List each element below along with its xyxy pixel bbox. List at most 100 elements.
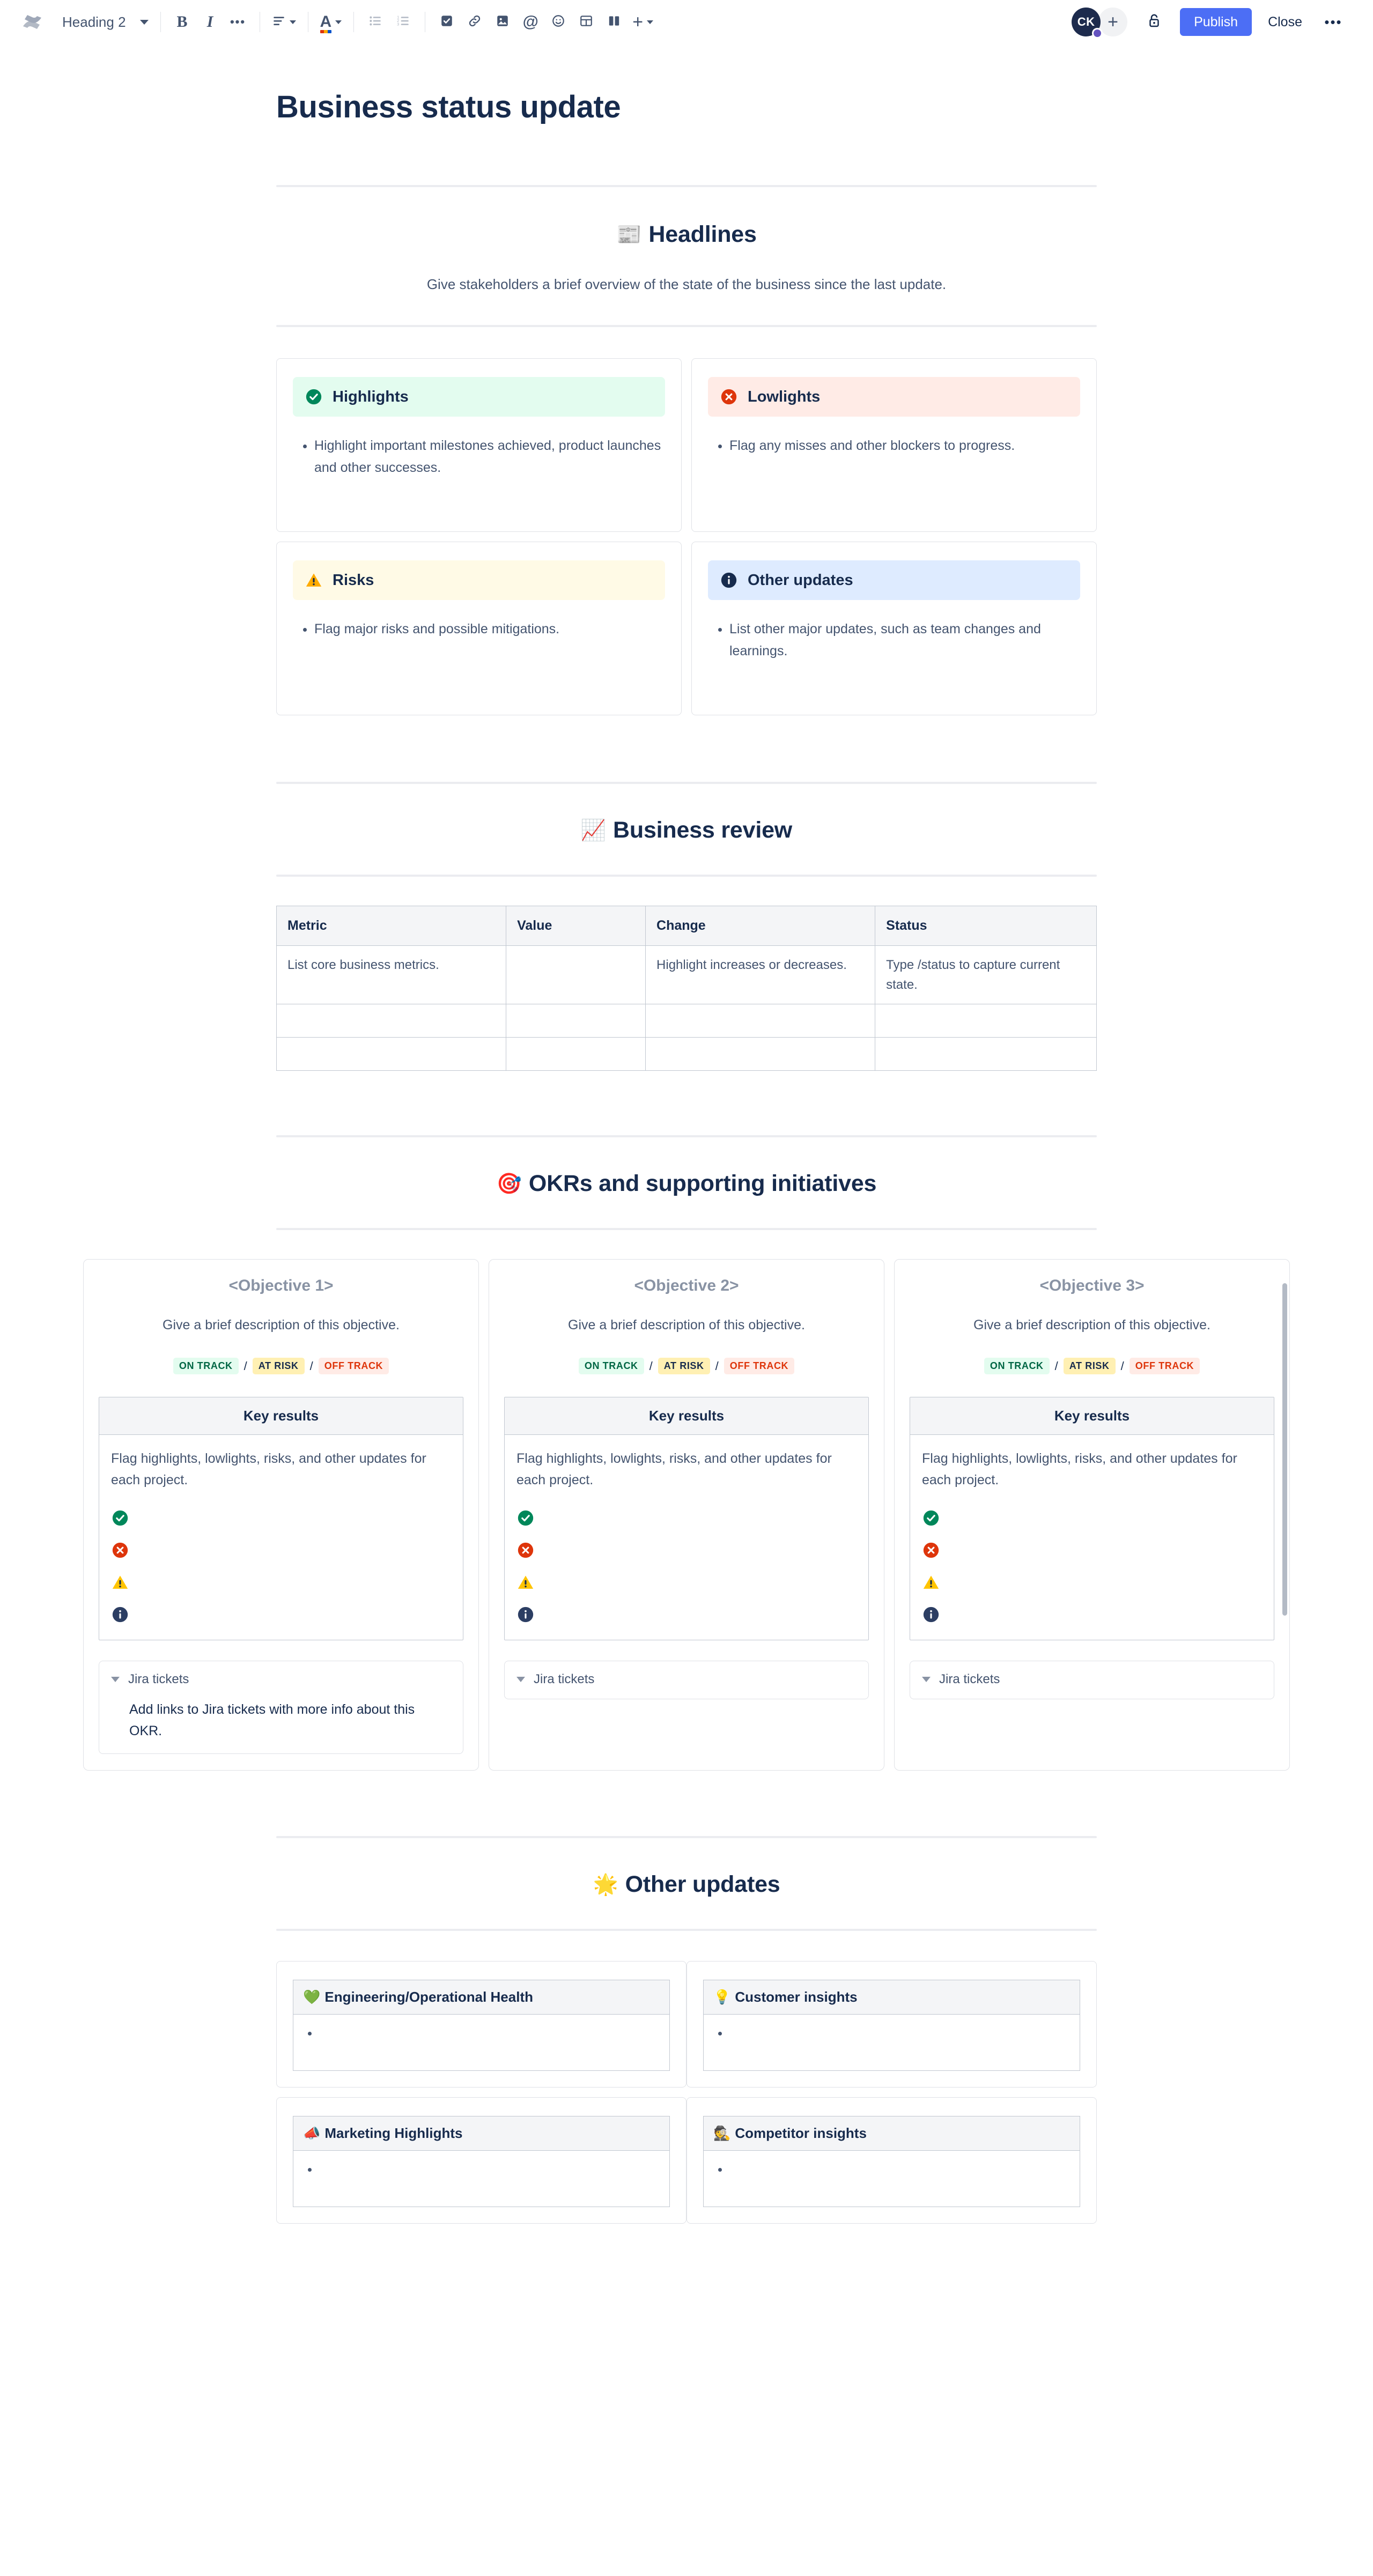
- table-cell[interactable]: [703, 2150, 1080, 2208]
- okr-description[interactable]: Give a brief description of this objecti…: [910, 1317, 1274, 1333]
- okr-title[interactable]: <Objective 1>: [99, 1277, 463, 1295]
- key-results-status-icons: [922, 1509, 1262, 1624]
- okr-cards-row: <Objective 1> Give a brief description o…: [83, 1259, 1290, 1771]
- bullet-list: [713, 2162, 1070, 2178]
- confluence-logo[interactable]: [18, 8, 46, 36]
- status-badge-on-track[interactable]: ON TRACK: [984, 1358, 1050, 1375]
- expand-header[interactable]: Jira tickets: [516, 1672, 857, 1687]
- list-item[interactable]: [319, 2162, 660, 2178]
- table-cell[interactable]: [875, 1037, 1097, 1071]
- table-cell[interactable]: [506, 1037, 646, 1071]
- link-button[interactable]: [461, 8, 489, 36]
- table-row[interactable]: [276, 1004, 1097, 1038]
- add-collaborator-button[interactable]: +: [1098, 8, 1128, 36]
- table-cell[interactable]: [293, 2150, 670, 2208]
- table-cell[interactable]: [645, 1004, 876, 1038]
- layout-button[interactable]: [600, 8, 628, 36]
- table-cell[interactable]: [875, 1004, 1097, 1038]
- layout-column: Highlights Highlight important milestone…: [276, 358, 682, 532]
- other-update-table-competitor[interactable]: 🕵️ Competitor insights: [703, 2116, 1080, 2208]
- panel-content[interactable]: List other major updates, such as team c…: [708, 618, 1080, 699]
- okr-title[interactable]: <Objective 3>: [910, 1277, 1274, 1295]
- italic-button[interactable]: I: [196, 8, 224, 36]
- status-badge-off-track[interactable]: OFF TRACK: [318, 1358, 389, 1375]
- table-cell[interactable]: Highlight increases or decreases.: [645, 945, 876, 1005]
- table-cell[interactable]: [293, 2014, 670, 2071]
- table-cell[interactable]: [506, 945, 646, 1005]
- block-type-selector[interactable]: Heading 2: [46, 8, 153, 36]
- other-update-table-engineering[interactable]: 💚 Engineering/Operational Health: [293, 1980, 670, 2071]
- table-row[interactable]: List core business metrics. Highlight in…: [276, 945, 1097, 1005]
- status-badge-at-risk[interactable]: AT RISK: [252, 1358, 305, 1375]
- table-button[interactable]: [572, 8, 600, 36]
- list-item[interactable]: [729, 2162, 1070, 2178]
- key-results-body[interactable]: Flag highlights, lowlights, risks, and o…: [505, 1435, 868, 1640]
- status-badge-off-track[interactable]: OFF TRACK: [724, 1358, 795, 1375]
- image-button[interactable]: [489, 8, 516, 36]
- status-badge-at-risk[interactable]: AT RISK: [658, 1358, 710, 1375]
- mention-button[interactable]: @: [516, 8, 544, 36]
- okr-title[interactable]: <Objective 2>: [504, 1277, 869, 1295]
- other-update-table-customer[interactable]: 💡 Customer insights: [703, 1980, 1080, 2071]
- table-cell[interactable]: List core business metrics.: [276, 945, 507, 1005]
- expand-jira-tickets[interactable]: Jira tickets: [910, 1661, 1274, 1700]
- key-results-table[interactable]: Key results Flag highlights, lowlights, …: [504, 1397, 869, 1641]
- status-badge-off-track[interactable]: OFF TRACK: [1129, 1358, 1200, 1375]
- heading-dropdown[interactable]: Heading 2: [46, 8, 153, 36]
- more-options-button[interactable]: •••: [1318, 8, 1348, 36]
- status-badge-on-track[interactable]: ON TRACK: [173, 1358, 239, 1375]
- expand-jira-tickets[interactable]: Jira tickets Add links to Jira tickets w…: [99, 1661, 463, 1755]
- table-row[interactable]: [276, 1037, 1097, 1071]
- table-cell[interactable]: Type /status to capture current state.: [875, 945, 1097, 1005]
- bullet-list-button[interactable]: [361, 8, 389, 36]
- chevron-down-icon[interactable]: [922, 1677, 931, 1683]
- expand-body[interactable]: Add links to Jira tickets with more info…: [129, 1699, 451, 1742]
- key-results-table[interactable]: Key results Flag highlights, lowlights, …: [99, 1397, 463, 1641]
- table-cell[interactable]: [703, 2014, 1080, 2071]
- avatar[interactable]: CK: [1072, 8, 1103, 39]
- table-row[interactable]: [703, 2150, 1080, 2208]
- expand-jira-tickets[interactable]: Jira tickets: [504, 1661, 869, 1700]
- bold-button[interactable]: B: [168, 8, 196, 36]
- table-row[interactable]: [703, 2014, 1080, 2071]
- close-button[interactable]: Close: [1257, 8, 1313, 36]
- table-row[interactable]: [293, 2150, 670, 2208]
- scrollbar-vertical[interactable]: [1282, 1283, 1287, 1616]
- panel-title: Lowlights: [748, 388, 821, 405]
- table-cell[interactable]: [506, 1004, 646, 1038]
- publish-button[interactable]: Publish: [1180, 8, 1252, 36]
- task-button[interactable]: [433, 8, 461, 36]
- more-formatting-button[interactable]: •••: [224, 8, 252, 36]
- chevron-down-icon[interactable]: [111, 1677, 120, 1683]
- status-badge-at-risk[interactable]: AT RISK: [1063, 1358, 1116, 1375]
- key-results-body[interactable]: Flag highlights, lowlights, risks, and o…: [99, 1435, 463, 1640]
- table-row[interactable]: [293, 2014, 670, 2071]
- target-icon: 🎯: [496, 1172, 522, 1195]
- key-results-table[interactable]: Key results Flag highlights, lowlights, …: [910, 1397, 1274, 1641]
- numbered-list-button[interactable]: 123: [389, 8, 417, 36]
- key-results-body[interactable]: Flag highlights, lowlights, risks, and o…: [910, 1435, 1274, 1640]
- text-align-button[interactable]: [268, 8, 300, 36]
- list-item[interactable]: [319, 2025, 660, 2041]
- chevron-down-icon[interactable]: [516, 1677, 525, 1683]
- table-cell[interactable]: [276, 1004, 507, 1038]
- emoji-button[interactable]: [544, 8, 572, 36]
- align-left-icon: [272, 14, 286, 31]
- status-badge-on-track[interactable]: ON TRACK: [578, 1358, 644, 1375]
- panel-content[interactable]: Flag any misses and other blockers to pr…: [708, 435, 1080, 515]
- other-update-table-marketing[interactable]: 📣 Marketing Highlights: [293, 2116, 670, 2208]
- page-title[interactable]: Business status update: [276, 89, 1097, 125]
- panel-content[interactable]: Flag major risks and possible mitigation…: [293, 618, 665, 699]
- insert-button[interactable]: +: [628, 8, 658, 36]
- okr-description[interactable]: Give a brief description of this objecti…: [99, 1317, 463, 1333]
- business-review-table[interactable]: Metric Value Change Status List core bus…: [276, 906, 1097, 1071]
- text-color-button[interactable]: A: [316, 8, 346, 36]
- table-cell[interactable]: [276, 1037, 507, 1071]
- expand-header[interactable]: Jira tickets: [922, 1672, 1262, 1687]
- list-item[interactable]: [729, 2025, 1070, 2041]
- panel-content[interactable]: Highlight important milestones achieved,…: [293, 435, 665, 515]
- restrictions-button[interactable]: [1140, 8, 1168, 36]
- okr-description[interactable]: Give a brief description of this objecti…: [504, 1317, 869, 1333]
- table-cell[interactable]: [645, 1037, 876, 1071]
- expand-header[interactable]: Jira tickets: [111, 1672, 451, 1687]
